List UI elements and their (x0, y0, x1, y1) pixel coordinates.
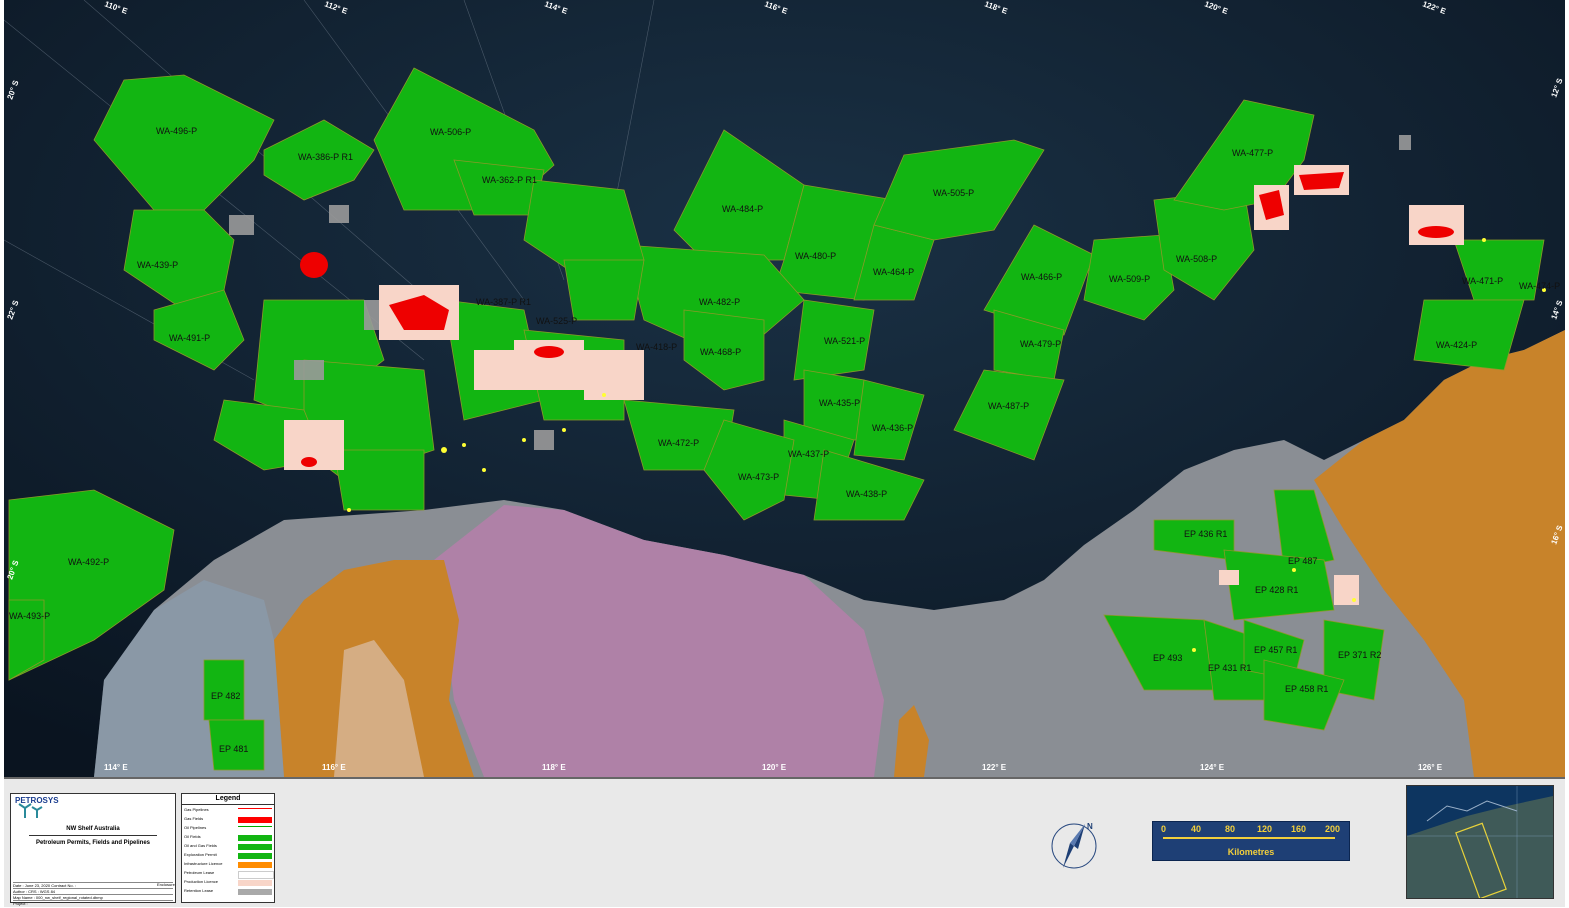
legend-title: Legend (182, 795, 274, 805)
legend-item: Exploration Permit (184, 852, 272, 860)
locator-inset-map (1406, 785, 1554, 899)
scale-line (1163, 837, 1335, 839)
title-divider (29, 835, 157, 836)
permit-label: WA-487-P (988, 401, 1029, 411)
permit-label: EP 371 R2 (1338, 650, 1381, 660)
permit-label: EP 457 R1 (1254, 645, 1297, 655)
legend-swatch (238, 817, 272, 823)
legend-item: Gas Fields (184, 816, 272, 824)
permit-label: WA-472-P (658, 438, 699, 448)
permit-label: WA-491-P (169, 333, 210, 343)
permit-label: WA-506-P (430, 127, 471, 137)
enclosure-label: Enclosure (157, 882, 175, 887)
legend-swatch (238, 808, 272, 815)
legend-item: Petroleum Lease (184, 870, 274, 879)
svg-text:122° E: 122° E (982, 763, 1007, 772)
compass-north-label: N (1087, 822, 1093, 831)
legend-item: Retention Lease (184, 888, 272, 896)
permit-label: WA-480-P (795, 251, 836, 261)
legend-item: Gas Pipelines (184, 807, 272, 815)
map-svg: WA-496-P WA-386-P R1 WA-506-P WA-362-P R… (4, 0, 1565, 777)
permit-label: WA-386-P R1 (298, 152, 353, 162)
permit-label: WA-521-P (824, 336, 865, 346)
map-subtitle: Petroleum Permits, Fields and Pipelines (35, 840, 151, 846)
permit-label: WA-505-P (933, 188, 974, 198)
scale-tick: 160 (1291, 824, 1307, 834)
permit-label: WA-438-P (846, 489, 887, 499)
legend-item: Production Licence (184, 879, 272, 887)
permit-label: WA-464-P (873, 267, 914, 277)
legend-swatch (238, 826, 272, 833)
legend-swatch (238, 880, 272, 886)
meta-row: Project : (13, 900, 173, 906)
scale-unit: Kilometres (1227, 847, 1275, 857)
inset-svg (1407, 786, 1553, 898)
permit-label: WA-437-P (788, 449, 829, 459)
logo-text: PETROSYS (15, 796, 59, 805)
permit-label: EP 482 (211, 691, 240, 701)
permit-label: WA-436-P (872, 423, 913, 433)
permit-label: WA-493-P (9, 611, 50, 621)
permit-label: WA-484-P (722, 204, 763, 214)
permit-label: WA-424-P (1436, 340, 1477, 350)
permit-label: WA-471-P (1462, 276, 1503, 286)
permit-label: WA-479-P (1020, 339, 1061, 349)
permit-label: WA-439-P (137, 260, 178, 270)
map-footer: PETROSYS NW Shelf Australia Petroleum Pe… (4, 777, 1565, 907)
map-canvas[interactable]: WA-496-P WA-386-P R1 WA-506-P WA-362-P R… (4, 0, 1565, 777)
legend-swatch (238, 889, 272, 895)
north-arrow-icon: N (1051, 822, 1097, 869)
svg-text:118° E: 118° E (542, 763, 566, 772)
legend-item: Oil Fields (184, 834, 272, 842)
legend-item: Oil and Gas Fields (184, 843, 272, 851)
permit-label: WA-473-P (738, 472, 779, 482)
scale-tick: 120 (1257, 824, 1273, 834)
legend-swatch (238, 853, 272, 859)
permit-label: WA-387-P R1 (476, 297, 531, 307)
permit-label: WA-492-P (68, 557, 109, 567)
legend: Legend Gas Pipelines Gas Fields Oil Pipe… (181, 793, 275, 903)
scale-tick: 0 (1161, 824, 1167, 834)
scale-tick: 200 (1325, 824, 1341, 834)
scale-tick: 40 (1191, 824, 1202, 834)
legend-item: Oil Pipelines (184, 825, 272, 833)
permit-label: EP 487 (1288, 556, 1317, 566)
permit-label: EP 481 (219, 744, 248, 754)
svg-text:116° E: 116° E (322, 763, 346, 772)
permit-label: WA-418-P (636, 342, 677, 352)
permit-label: WA-362-P R1 (482, 175, 537, 185)
permit-label: WA-466-P (1021, 272, 1062, 282)
scale-tick: 80 (1225, 824, 1236, 834)
permit-label: EP 493 (1153, 653, 1182, 663)
permit-label: WA-468-P (700, 347, 741, 357)
permit-label: EP 458 R1 (1285, 684, 1328, 694)
permit-label: WA-508-P (1176, 254, 1217, 264)
permit-label: EP 431 R1 (1208, 663, 1251, 673)
svg-text:126° E: 126° E (1418, 763, 1443, 772)
legend-swatch (238, 871, 274, 879)
map-title: NW Shelf Australia (66, 826, 120, 832)
permit-label: EP 436 R1 (1184, 529, 1227, 539)
svg-text:114° E: 114° E (104, 763, 128, 772)
svg-text:120° E: 120° E (762, 763, 787, 772)
legend-swatch (238, 862, 272, 868)
permit-label: WA-496-P (156, 126, 197, 136)
title-block: PETROSYS NW Shelf Australia Petroleum Pe… (10, 793, 176, 906)
legend-swatch (238, 835, 272, 841)
permit-label: WA-474-P (1519, 281, 1560, 291)
permit-label: WA-477-P (1232, 148, 1273, 158)
legend-swatch (238, 844, 272, 850)
permit-label: WA-509-P (1109, 274, 1150, 284)
permit-label: WA-435-P (819, 398, 860, 408)
permit-label: WA-482-P (699, 297, 740, 307)
permit-label: EP 428 R1 (1255, 585, 1298, 595)
scale-bar: 0 40 80 120 160 200 Kilometres (1152, 821, 1350, 861)
svg-text:124° E: 124° E (1200, 763, 1225, 772)
permit-label: WA-525-P (536, 316, 577, 326)
legend-item: Infrastructure Licence (184, 861, 272, 869)
map-metadata: Date : June 23, 2020 Contract No. : Auth… (13, 882, 173, 906)
